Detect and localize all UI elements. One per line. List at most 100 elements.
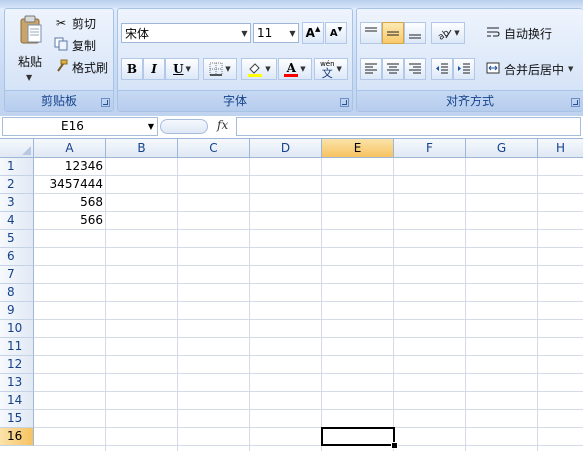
cell-a3[interactable]: 568 — [34, 194, 106, 212]
phonetic-bottom: 文 — [321, 67, 333, 80]
column-header-e[interactable]: E — [322, 139, 394, 158]
chevron-down-icon: ▼ — [225, 65, 231, 73]
column-header-f[interactable]: F — [394, 139, 466, 158]
chevron-down-icon: ▼ — [185, 65, 191, 73]
alignment-dialog-launcher[interactable] — [571, 98, 580, 107]
font-family-value: 宋体 — [125, 26, 150, 41]
alignment-group: ab ▼ 自动换行 合并后居中 ▼ 对齐方式 — [356, 8, 583, 112]
row-header-6[interactable]: 6 — [0, 248, 34, 266]
align-top-button[interactable] — [360, 22, 382, 44]
name-box-value: E16 — [61, 119, 84, 133]
chevron-down-icon: ▼ — [26, 73, 33, 82]
clipboard-dialog-launcher[interactable] — [101, 98, 110, 107]
decrease-indent-icon — [436, 63, 448, 74]
font-size-select[interactable]: 11 ▼ — [253, 23, 299, 43]
chevron-down-icon: ▼ — [300, 65, 306, 73]
fill-handle[interactable] — [391, 442, 398, 449]
phonetic-guide-button[interactable]: wén 文 ▼ — [314, 58, 348, 80]
cell-a4[interactable]: 566 — [34, 212, 106, 230]
shrink-font-icon: A — [329, 27, 338, 39]
chevron-down-icon: ▼ — [568, 65, 574, 73]
borders-button[interactable]: ▼ — [203, 58, 237, 80]
name-box[interactable]: E16 ▼ — [2, 117, 158, 136]
wrap-text-button[interactable]: 自动换行 — [485, 23, 552, 43]
align-left-icon — [365, 63, 377, 74]
cut-button[interactable]: ✂ 剪切 — [53, 13, 96, 33]
row-header-3[interactable]: 3 — [0, 194, 34, 212]
chevron-down-icon: ▼ — [336, 65, 342, 73]
align-center-button[interactable] — [382, 58, 404, 80]
chevron-down-icon: ▼ — [454, 29, 460, 37]
row-header-7[interactable]: 7 — [0, 266, 34, 284]
merge-cells-icon — [485, 61, 501, 77]
insert-function-button[interactable]: fx — [217, 118, 228, 132]
row-header-9[interactable]: 9 — [0, 302, 34, 320]
select-all-button[interactable] — [0, 139, 34, 158]
active-cell-e16[interactable] — [321, 427, 395, 446]
merge-center-button[interactable]: 合并后居中 ▼ — [485, 59, 573, 79]
column-header-h[interactable]: H — [538, 139, 583, 158]
font-dialog-launcher[interactable] — [340, 98, 349, 107]
grow-font-button[interactable]: A ▲ — [302, 22, 324, 44]
brush-icon — [53, 59, 69, 75]
shrink-font-button[interactable]: A ▼ — [325, 22, 347, 44]
increase-indent-button[interactable] — [453, 58, 475, 80]
scissors-icon: ✂ — [55, 16, 67, 30]
fill-color-button[interactable]: ▼ — [241, 58, 277, 80]
align-bottom-button[interactable] — [404, 22, 426, 44]
underline-button[interactable]: U ▼ — [165, 58, 199, 80]
copy-button[interactable]: 复制 — [53, 35, 96, 55]
chevron-down-icon: ▼ — [289, 28, 296, 38]
format-painter-label: 格式刷 — [72, 60, 109, 75]
chevron-down-icon: ▼ — [241, 28, 248, 38]
row-header-2[interactable]: 2 — [0, 176, 34, 194]
row-header-16[interactable]: 16 — [0, 428, 34, 446]
align-right-button[interactable] — [404, 58, 426, 80]
copy-label: 复制 — [72, 38, 97, 53]
row-header-15[interactable]: 15 — [0, 410, 34, 428]
cell-a2[interactable]: 3457444 — [34, 176, 106, 194]
paste-icon — [20, 15, 42, 44]
row-header-4[interactable]: 4 — [0, 212, 34, 230]
orientation-button[interactable]: ab ▼ — [431, 22, 465, 44]
formula-bar-resize-handle[interactable] — [160, 119, 208, 134]
cell-area[interactable]: 12346 3457444 568 566 — [34, 158, 583, 451]
align-right-icon — [409, 63, 421, 74]
font-size-value: 11 — [257, 26, 273, 40]
cut-label: 剪切 — [72, 16, 97, 31]
row-header-11[interactable]: 11 — [0, 338, 34, 356]
ribbon-tab-strip — [0, 0, 583, 8]
row-header-5[interactable]: 5 — [0, 230, 34, 248]
column-header-a[interactable]: A — [34, 139, 106, 158]
formula-bar: E16 ▼ fx — [0, 116, 583, 139]
row-header-10[interactable]: 10 — [0, 320, 34, 338]
format-painter-button[interactable]: 格式刷 — [53, 57, 108, 77]
row-header-8[interactable]: 8 — [0, 284, 34, 302]
row-header-12[interactable]: 12 — [0, 356, 34, 374]
clipboard-group: 粘贴 ▼ ✂ 剪切 复制 格式刷 剪贴板 — [4, 8, 114, 112]
align-middle-button[interactable] — [382, 22, 404, 44]
decrease-indent-button[interactable] — [431, 58, 453, 80]
ribbon: 粘贴 ▼ ✂ 剪切 复制 格式刷 剪贴板 宋体 ▼ 11 ▼ A ▲ A ▼ B… — [0, 0, 583, 117]
row-header-14[interactable]: 14 — [0, 392, 34, 410]
italic-button[interactable]: I — [143, 58, 165, 80]
worksheet-grid: A B C D E F G H 1 2 3 4 5 6 7 8 9 10 11 … — [0, 139, 583, 451]
column-header-g[interactable]: G — [466, 139, 538, 158]
column-header-d[interactable]: D — [250, 139, 322, 158]
cell-a1[interactable]: 12346 — [34, 158, 106, 176]
column-header-c[interactable]: C — [178, 139, 250, 158]
row-header-13[interactable]: 13 — [0, 374, 34, 392]
row-header-1[interactable]: 1 — [0, 158, 34, 176]
paste-label: 粘贴 — [17, 55, 42, 69]
column-header-b[interactable]: B — [106, 139, 178, 158]
font-family-select[interactable]: 宋体 ▼ — [121, 23, 251, 43]
bold-button[interactable]: B — [121, 58, 143, 80]
align-left-button[interactable] — [360, 58, 382, 80]
font-group-label: 字体 — [118, 90, 352, 111]
font-color-button[interactable]: A ▼ — [278, 58, 312, 80]
paste-button[interactable]: 粘贴 ▼ — [10, 13, 50, 91]
font-color-icon: A — [286, 60, 296, 75]
align-middle-icon — [387, 31, 399, 36]
grow-font-icon: A — [305, 26, 315, 40]
formula-input[interactable] — [236, 117, 581, 136]
